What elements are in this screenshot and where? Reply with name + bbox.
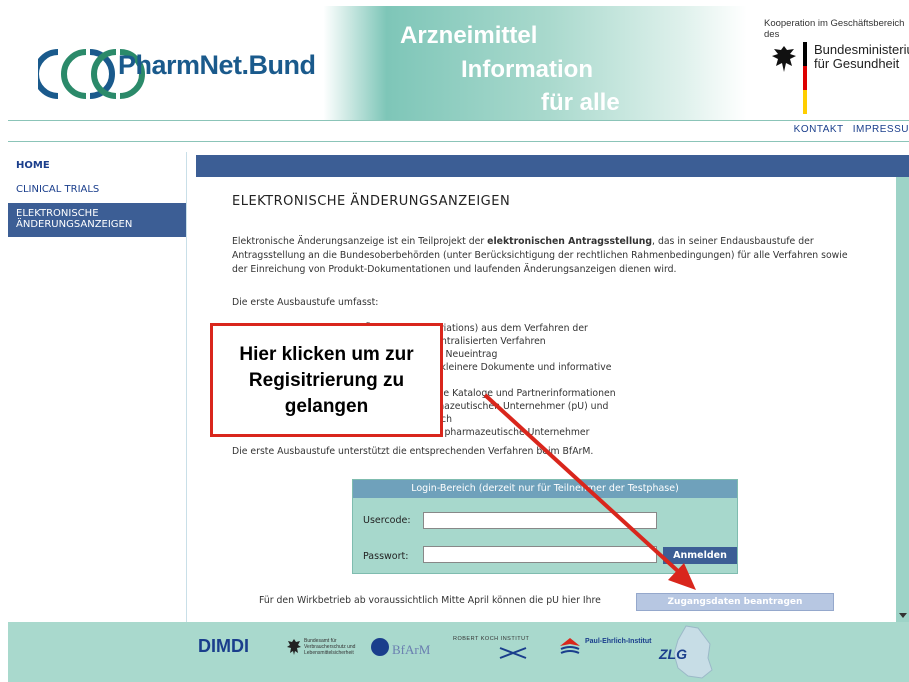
callout-line-1: Hier klicken um zur: [239, 344, 414, 365]
federal-eagle-icon: [772, 46, 796, 72]
sidebar-item-label-line1: ELEKTRONISCHE: [16, 208, 99, 219]
top-link-bar: KONTAKT IMPRESSU: [8, 120, 909, 142]
callout-text: Hier klicken um zur Regisitrierung zu ge…: [213, 342, 440, 420]
intro-paragraph: Elektronische Änderungsanzeige ist ein T…: [232, 235, 852, 277]
zlg-logo[interactable]: ZLG: [659, 646, 687, 662]
sidebar-item-label-line2: ÄNDERUNGSANZEIGEN: [16, 219, 133, 230]
bfarm-logo[interactable]: BfArM: [392, 642, 430, 658]
headline-arzneimittel: Arzneimittel: [400, 22, 538, 49]
annotation-callout: Hier klicken um zur Regisitrierung zu ge…: [210, 323, 443, 437]
page-title: ELEKTRONISCHE ÄNDERUNGSANZEIGEN: [232, 194, 511, 209]
rki-mark-icon: [499, 647, 527, 659]
usercode-input[interactable]: [423, 512, 657, 529]
headline-fuer-alle: für alle: [541, 89, 620, 116]
sidebar-item-elektronische-aenderungsanzeigen[interactable]: ELEKTRONISCHE ÄNDERUNGSANZEIGEN: [8, 203, 186, 237]
ministry-name: Bundesministerium für Gesundheit: [814, 43, 909, 71]
pei-logo[interactable]: Paul-Ehrlich-Institut: [585, 638, 652, 645]
bfarm-emblem-icon: [371, 638, 389, 656]
zugangsdaten-beantragen-button[interactable]: Zugangsdaten beantragen: [636, 593, 834, 611]
kontakt-link[interactable]: KONTAKT: [794, 124, 844, 135]
site-header: PharmNet.Bund Arzneimittel Information f…: [8, 6, 909, 120]
top-links: KONTAKT IMPRESSU: [788, 124, 909, 135]
partner-footer: DIMDI Bundesamt für Verbraucherschutz un…: [8, 622, 909, 682]
ministry-line-1: Bundesministerium: [814, 42, 909, 57]
impressum-link[interactable]: IMPRESSU: [853, 124, 909, 135]
intro-bold: elektronischen Antragsstellung: [487, 236, 653, 247]
dimdi-logo[interactable]: DIMDI: [198, 636, 249, 657]
login-heading: Login-Bereich (derzeit nur für Teilnehme…: [353, 480, 737, 498]
scroll-down-icon[interactable]: [898, 610, 908, 620]
content-header-bar: [196, 155, 909, 177]
bvl-logo[interactable]: Bundesamt für Verbraucherschutz und Lebe…: [304, 638, 366, 656]
kooperation-text: Kooperation im Geschäftsbereich des: [764, 18, 905, 40]
headline-information: Information: [461, 56, 593, 83]
logo-text[interactable]: PharmNet.Bund: [118, 50, 316, 81]
sidebar-item-home[interactable]: HOME: [8, 160, 186, 171]
callout-line-2: Regisitrierung zu: [248, 370, 405, 391]
wirkbetrieb-text: Für den Wirkbetrieb ab voraussichtlich M…: [259, 595, 601, 606]
sidebar-nav: HOME CLINICAL TRIALS ELEKTRONISCHE ÄNDER…: [8, 152, 187, 622]
callout-line-3: gelangen: [284, 396, 369, 417]
scrollbar-track[interactable]: [896, 177, 909, 622]
ministry-line-2: für Gesundheit: [814, 56, 900, 71]
support-text: Die erste Ausbaustufe unterstützt die en…: [232, 446, 594, 457]
login-box: Login-Bereich (derzeit nur für Teilnehme…: [352, 479, 738, 574]
bvl-eagle-icon: [287, 639, 301, 655]
german-flag-bar: [803, 42, 807, 114]
rki-logo[interactable]: ROBERT KOCH INSTITUT: [453, 636, 529, 642]
intro-pre: Elektronische Änderungsanzeige ist ein T…: [232, 236, 488, 247]
pei-mark-icon: [560, 638, 580, 654]
password-label: Passwort:: [363, 551, 409, 562]
anmelden-button[interactable]: Anmelden: [663, 547, 737, 564]
password-input[interactable]: [423, 546, 657, 563]
ausbau-heading: Die erste Ausbaustufe umfasst:: [232, 297, 379, 308]
browser-page: PharmNet.Bund Arzneimittel Information f…: [0, 0, 909, 682]
sidebar-item-clinical-trials[interactable]: CLINICAL TRIALS: [8, 184, 186, 195]
usercode-label: Usercode:: [363, 515, 411, 526]
